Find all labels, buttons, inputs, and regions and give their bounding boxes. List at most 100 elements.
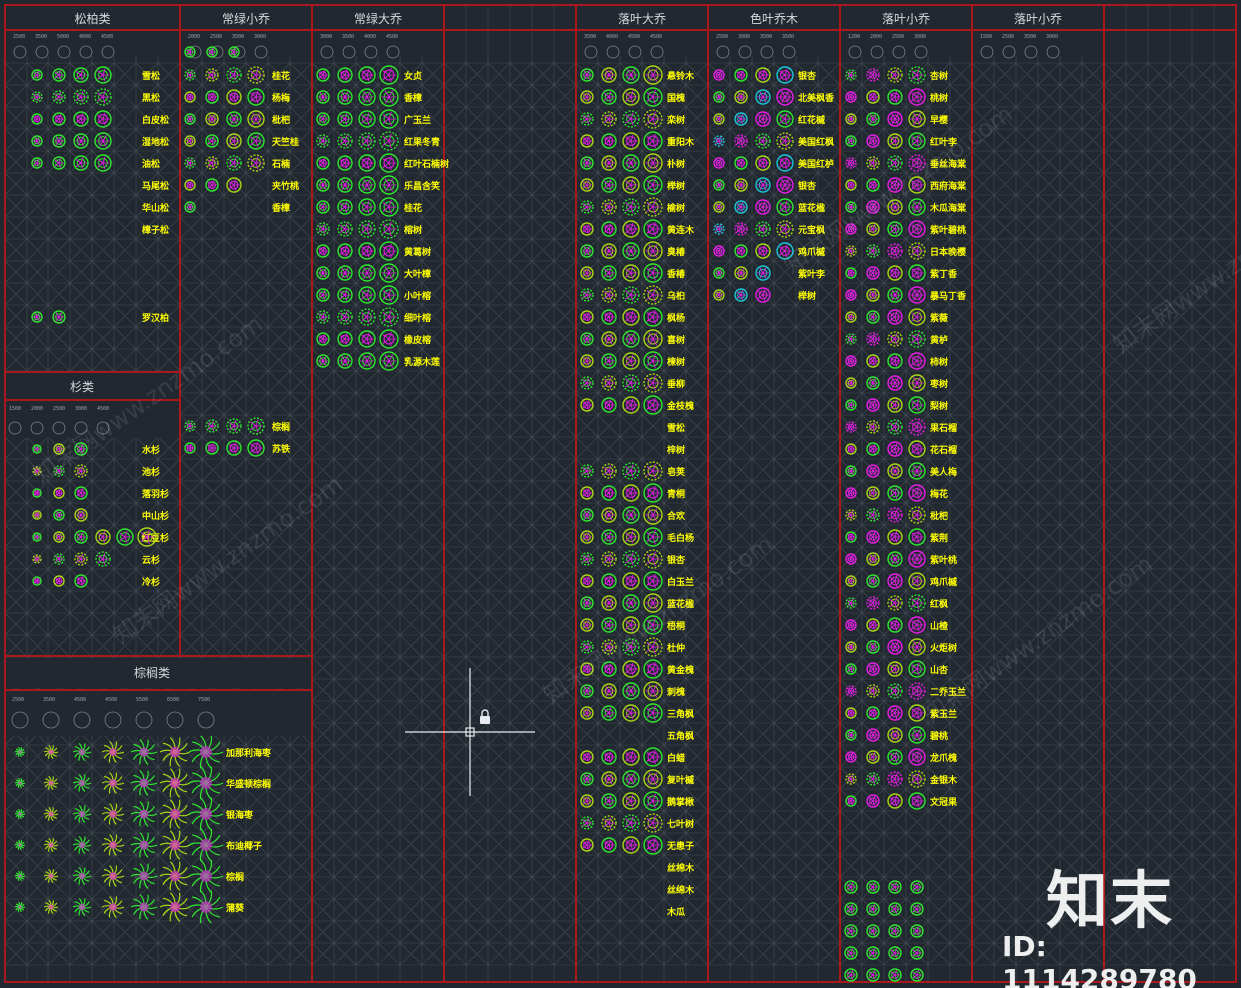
tree-symbol-deciduous_big — [580, 288, 594, 302]
tree-symbol-evergreen_big — [316, 90, 330, 104]
tree-symbol-color_leaf — [755, 221, 771, 237]
tree-symbol-deciduous_big — [601, 551, 617, 567]
tree-symbol-deciduous_big — [580, 134, 594, 148]
panel-title-evergreen_small: 常绿小乔 — [222, 11, 270, 26]
tree-symbol-deciduous_small_1 — [845, 333, 857, 345]
tree-symbol-pine — [52, 68, 66, 82]
plant-label-color_leaf: 美国红枫 — [798, 136, 834, 148]
tree-symbol-deciduous_small_1 — [866, 156, 880, 170]
tree-symbol-deciduous_small_1 — [866, 728, 880, 742]
tree-symbol-evergreen_small — [205, 112, 219, 126]
tree-symbol-deciduous_small_1 — [845, 311, 857, 323]
tree-symbol-deciduous_small_1 — [845, 751, 857, 763]
tree-symbol-deciduous_big — [601, 463, 617, 479]
tree-symbol-evergreen_big — [358, 352, 376, 370]
tree-symbol-deciduous_small_1 — [908, 748, 926, 766]
plant-label-deciduous_small_1: 紫薇 — [930, 312, 948, 324]
size-label: 2500 — [12, 697, 24, 703]
tree-symbol-color_leaf — [713, 91, 725, 103]
tree-symbol-pine — [31, 311, 43, 323]
tree-symbol-deciduous_big — [601, 749, 617, 765]
tree-symbol-pine — [94, 110, 112, 128]
tree-symbol-deciduous_big — [601, 485, 617, 501]
plant-label-deciduous_small_1: 红枫 — [930, 598, 948, 610]
tree-symbol-color_leaf — [713, 223, 725, 235]
size-label: 2500 — [53, 406, 65, 412]
size-label: 3000 — [320, 34, 332, 40]
size-label: 4500 — [105, 697, 117, 703]
tree-symbol-evergreen_big — [358, 132, 376, 150]
tree-symbol-evergreen_big — [316, 200, 330, 214]
tree-symbol-deciduous_big — [580, 574, 594, 588]
plant-label-deciduous_small_1: 火炬树 — [930, 642, 957, 654]
size-label: 3500 — [232, 34, 244, 40]
plant-label-deciduous_small_1: 枇杷 — [930, 510, 948, 522]
plant-label-pine: 华山松 — [142, 202, 169, 214]
tree-symbol-deciduous_small_1 — [888, 902, 902, 916]
tree-symbol-deciduous_big — [622, 110, 640, 128]
plant-label-evergreen_small: 桂花 — [271, 70, 290, 82]
tree-symbol-color_leaf — [713, 69, 725, 81]
palm-symbol — [130, 770, 158, 796]
size-label: 1200 — [848, 34, 860, 40]
tree-symbol-deciduous_small_1 — [887, 397, 903, 413]
tree-symbol-deciduous_small_1 — [887, 749, 903, 765]
plant-label-deciduous_small_1: 果石榴 — [929, 422, 957, 434]
palm-symbol — [43, 775, 59, 791]
tree-symbol-deciduous_small_1 — [887, 507, 903, 523]
tree-symbol-deciduous_big — [580, 486, 594, 500]
tree-symbol-evergreen_small — [226, 89, 242, 105]
tree-symbol-deciduous_small_1 — [845, 795, 857, 807]
panel-title-deciduous_small_1: 落叶小乔 — [882, 12, 930, 26]
tree-symbol-deciduous_small_1 — [866, 398, 880, 412]
tree-symbol-deciduous_big — [643, 175, 663, 195]
plant-legend-drawing: 松柏类 2500 3500 5000 4000 4500 常绿小乔 2000 2500 3500 3… — [4, 4, 1237, 983]
tree-symbol-fir — [74, 574, 88, 588]
lock-icon — [480, 709, 490, 724]
tree-symbol-deciduous_big — [622, 286, 640, 304]
tree-symbol-deciduous_big — [622, 506, 640, 524]
tree-symbol-deciduous_small_1 — [845, 729, 857, 741]
tree-symbol-evergreen_small_lower — [247, 417, 265, 435]
tree-symbol-deciduous_big — [643, 263, 663, 283]
tree-symbol-deciduous_big — [643, 835, 663, 855]
tree-symbol-deciduous_big — [601, 573, 617, 589]
cad-drawing-canvas[interactable]: 松柏类 2500 3500 5000 4000 4500 常绿小乔 2000 2500 3500 3… — [0, 0, 1241, 988]
size-label: 3500 — [584, 34, 596, 40]
tree-symbol-deciduous_small_1 — [908, 550, 926, 568]
tree-symbol-deciduous_small_1 — [845, 553, 857, 565]
size-label: 3000 — [75, 406, 87, 412]
size-row-bg-pine — [5, 30, 180, 56]
plant-label-evergreen_big: 细叶榕 — [404, 312, 432, 324]
tree-symbol-deciduous_small_1 — [845, 465, 857, 477]
plant-label-deciduous_big: 杜仲 — [667, 642, 685, 654]
tree-symbol-deciduous_big — [643, 153, 663, 173]
tree-symbol-deciduous_big — [580, 68, 594, 82]
tree-symbol-deciduous_small_1 — [887, 133, 903, 149]
tree-symbol-evergreen_big — [358, 308, 376, 326]
tree-symbol-pine — [94, 154, 112, 172]
plant-label-evergreen_big: 女贞 — [404, 70, 422, 82]
tree-symbol-deciduous_small_1 — [866, 968, 880, 982]
tree-symbol-deciduous_small_1 — [866, 420, 880, 434]
tree-symbol-deciduous_small_1 — [845, 443, 857, 455]
tree-symbol-deciduous_big — [622, 792, 640, 810]
plant-label-deciduous_small_1: 杏树 — [930, 70, 948, 82]
plant-label-deciduous_big: 白蜡 — [667, 752, 685, 764]
palm-symbol — [14, 839, 26, 851]
tree-symbol-evergreen_small_lower — [184, 442, 196, 454]
plant-label-deciduous_small_1: 日本晚樱 — [930, 246, 966, 258]
tree-symbol-deciduous_small_1 — [888, 946, 902, 960]
plant-label-deciduous_small_1: 梅花 — [930, 488, 948, 500]
tree-symbol-deciduous_big — [601, 507, 617, 523]
tree-symbol-deciduous_big — [580, 750, 594, 764]
size-label: 4500 — [74, 697, 86, 703]
tree-symbol-deciduous_small_1 — [887, 683, 903, 699]
tree-symbol-deciduous_small_1 — [887, 529, 903, 545]
tree-symbol-deciduous_big — [643, 351, 663, 371]
tree-symbol-fir — [32, 510, 42, 520]
size-label: 3500 — [782, 34, 794, 40]
tree-symbol-deciduous_small_1 — [908, 242, 926, 260]
tree-symbol-deciduous_big — [622, 88, 640, 106]
tree-symbol-deciduous_big — [580, 530, 594, 544]
